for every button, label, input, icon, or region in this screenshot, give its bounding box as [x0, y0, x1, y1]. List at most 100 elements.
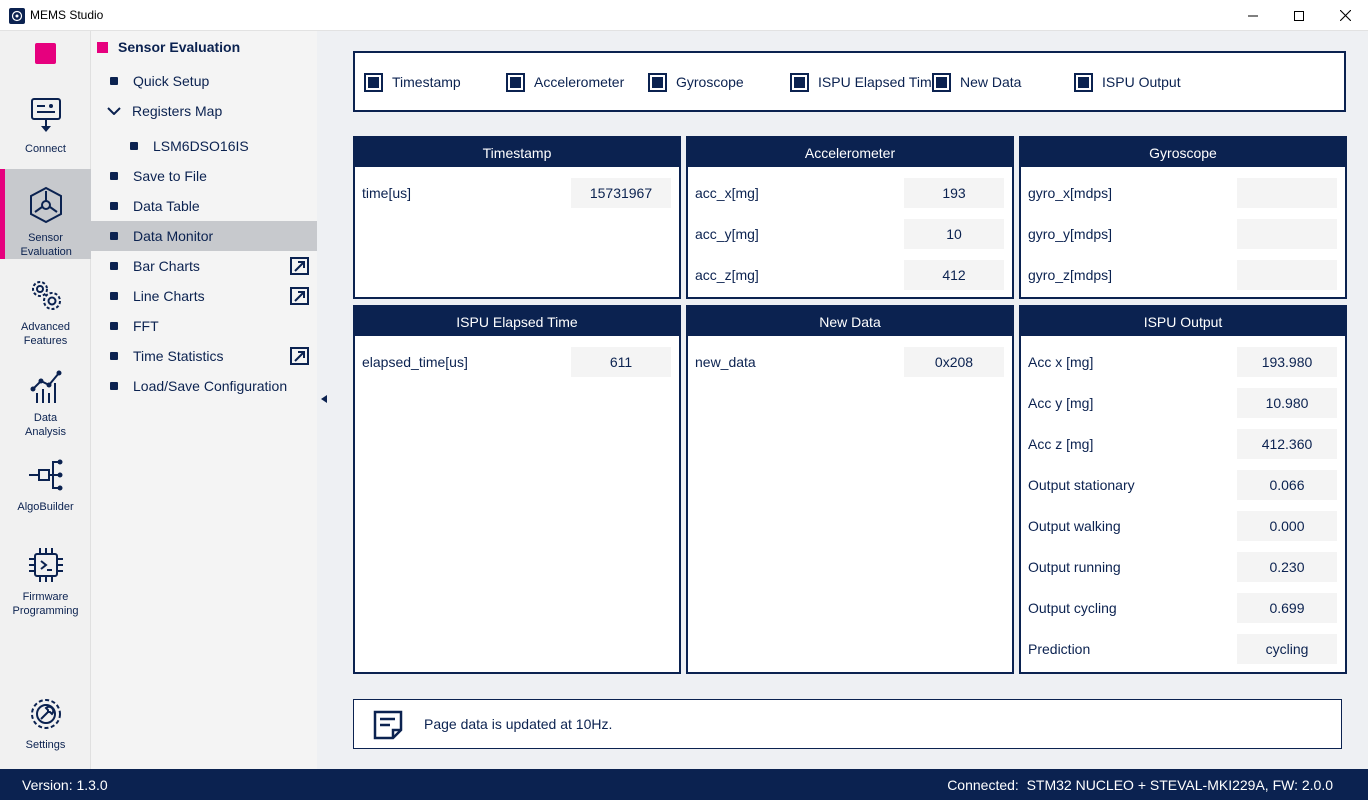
row-label: acc_y[mg]: [695, 226, 759, 242]
menu-item-label: Quick Setup: [133, 73, 210, 89]
value-field: 10.980: [1237, 388, 1337, 418]
open-external-icon[interactable]: [290, 257, 309, 275]
card-title: New Data: [688, 307, 1012, 336]
checkbox-checked-icon: [648, 72, 667, 92]
rail-label-firmware-programming: Firmware Programming: [12, 591, 79, 617]
menu-item-bar-charts[interactable]: Bar Charts: [91, 251, 317, 281]
menu-item-label: FFT: [133, 318, 159, 334]
info-panel: Page data is updated at 10Hz.: [353, 699, 1342, 749]
row-label: Output cycling: [1028, 600, 1117, 616]
filter-panel: Timestamp Accelerometer Gyroscope ISPU E…: [353, 51, 1346, 112]
rail-label-advanced-features: Advanced Features: [21, 321, 70, 347]
rail-item-settings[interactable]: Settings: [0, 696, 91, 761]
maximize-button[interactable]: [1276, 0, 1322, 31]
bullet-icon: [110, 77, 118, 85]
bullet-icon: [110, 322, 118, 330]
menu-item-quick-setup[interactable]: Quick Setup: [91, 66, 317, 96]
checkbox-checked-icon: [1074, 72, 1093, 92]
rail-item-advanced-features[interactable]: Advanced Features: [0, 276, 91, 356]
value-field: 193.980: [1237, 347, 1337, 377]
checkbox-label: ISPU Elapsed Time: [818, 74, 940, 90]
card-new-data: New Data new_data 0x208: [686, 305, 1014, 674]
data-analysis-icon: [30, 370, 61, 403]
navigation-rail: Connect Sensor Evaluation Advanced Featu…: [0, 31, 91, 769]
menu-item-label: Data Monitor: [133, 228, 214, 244]
card-gyroscope: Gyroscope gyro_x[mdps] gyro_y[mdps] gyro…: [1019, 136, 1347, 299]
card-title: ISPU Output: [1021, 307, 1345, 336]
close-button[interactable]: [1322, 0, 1368, 31]
value-field: 0.230: [1237, 552, 1337, 582]
menu-item-lsm6dso16is[interactable]: LSM6DSO16IS: [91, 131, 317, 161]
row-label: gyro_y[mdps]: [1028, 226, 1113, 242]
menu-item-save-to-file[interactable]: Save to File: [91, 161, 317, 191]
checkbox-checked-icon: [506, 72, 525, 92]
checkbox-ispu-output[interactable]: ISPU Output: [1074, 72, 1181, 92]
maximize-icon: [1294, 10, 1304, 21]
menu-item-load-save-configuration[interactable]: Load/Save Configuration: [91, 371, 317, 401]
value-field: [1237, 178, 1337, 208]
checkbox-label: New Data: [960, 74, 1022, 90]
brand-logo-icon: [35, 43, 56, 64]
rail-label-algobuilder: AlgoBuilder: [17, 501, 74, 513]
row-label: Output running: [1028, 559, 1121, 575]
checkbox-ispu-elapsed-time[interactable]: ISPU Elapsed Time: [790, 72, 939, 92]
row-label: time[us]: [362, 185, 412, 201]
bullet-icon: [130, 142, 138, 150]
value-field: 0.066: [1237, 470, 1337, 500]
open-external-icon[interactable]: [290, 287, 309, 305]
rail-item-connect[interactable]: Connect: [0, 91, 91, 169]
checkbox-new-data[interactable]: New Data: [932, 72, 1021, 92]
value-field: 412.360: [1237, 429, 1337, 459]
bullet-icon: [110, 382, 118, 390]
connection-status: Connected: STM32 NUCLEO + STEVAL-MKI229A…: [947, 777, 1333, 793]
card-ispu-elapsed-time: ISPU Elapsed Time elapsed_time[us] 611: [353, 305, 681, 674]
connect-icon: [30, 98, 61, 132]
checkbox-accelerometer[interactable]: Accelerometer: [506, 72, 624, 92]
collapse-sidebar-icon[interactable]: [321, 395, 327, 403]
value-field: 0.699: [1237, 593, 1337, 623]
row-label: new_data: [695, 354, 756, 370]
value-field: 193: [904, 178, 1004, 208]
menu-item-registers-map[interactable]: Registers Map: [91, 96, 317, 126]
app-logo-icon: [9, 8, 25, 24]
menu-item-data-monitor[interactable]: Data Monitor: [91, 221, 317, 251]
minimize-button[interactable]: [1230, 0, 1276, 31]
value-field: [1237, 260, 1337, 290]
rail-item-algobuilder[interactable]: AlgoBuilder: [0, 456, 91, 526]
row-label: acc_z[mg]: [695, 267, 759, 283]
menu-item-fft[interactable]: FFT: [91, 311, 317, 341]
bullet-icon: [110, 292, 118, 300]
bullet-icon: [110, 352, 118, 360]
checkbox-label: Timestamp: [392, 74, 461, 90]
menu-item-label: LSM6DSO16IS: [153, 138, 249, 154]
checkbox-timestamp[interactable]: Timestamp: [364, 72, 461, 92]
rail-label-connect: Connect: [25, 143, 66, 155]
rail-item-data-analysis[interactable]: Data Analysis: [0, 369, 91, 449]
minimize-icon: [1248, 15, 1258, 16]
menu-item-data-table[interactable]: Data Table: [91, 191, 317, 221]
menu-item-time-statistics[interactable]: Time Statistics: [91, 341, 317, 371]
title-bar: MEMS Studio: [0, 0, 1368, 31]
menu-item-label: Time Statistics: [133, 348, 224, 364]
rail-label-data-analysis: Data Analysis: [25, 412, 66, 438]
algobuilder-icon: [28, 459, 62, 491]
row-label: gyro_z[mdps]: [1028, 267, 1113, 283]
row-label: acc_x[mg]: [695, 185, 759, 201]
bullet-icon: [110, 232, 118, 240]
rail-item-firmware-programming[interactable]: Firmware Programming: [0, 546, 91, 626]
checkbox-label: Accelerometer: [534, 74, 625, 90]
menu-item-label: Registers Map: [132, 103, 223, 119]
checkbox-gyroscope[interactable]: Gyroscope: [648, 72, 744, 92]
note-icon: [373, 710, 403, 740]
value-field: cycling: [1237, 634, 1337, 664]
sidebar-menu: Sensor Evaluation Quick Setup Registers …: [91, 31, 317, 769]
rail-item-sensor-evaluation[interactable]: Sensor Evaluation: [0, 169, 91, 259]
open-external-icon[interactable]: [290, 347, 309, 365]
window-title: MEMS Studio: [30, 8, 104, 22]
menu-header: Sensor Evaluation: [97, 39, 240, 55]
row-label: gyro_x[mdps]: [1028, 185, 1113, 201]
card-accelerometer: Accelerometer acc_x[mg] 193 acc_y[mg] 10…: [686, 136, 1014, 299]
value-field: 10: [904, 219, 1004, 249]
menu-item-line-charts[interactable]: Line Charts: [91, 281, 317, 311]
card-title: Accelerometer: [688, 138, 1012, 167]
